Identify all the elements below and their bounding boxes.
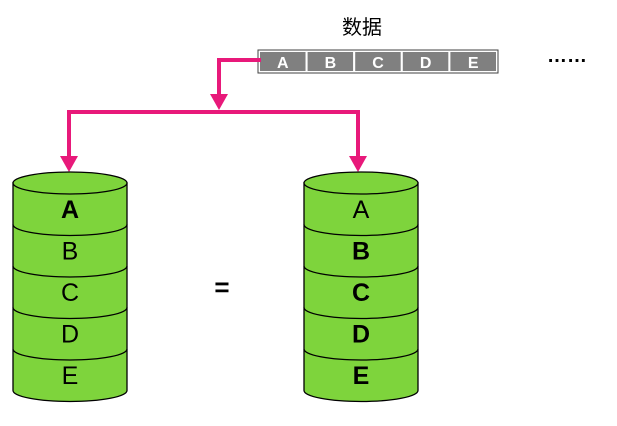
disk-segment-e: E (353, 362, 370, 390)
equals-sign: = (214, 272, 229, 302)
disk-segment-b: B (62, 237, 79, 265)
disk-segment-c: C (61, 279, 79, 307)
disk-segment-d: D (61, 320, 79, 348)
disk-top (12, 171, 128, 195)
trunk-arrowhead (210, 94, 228, 110)
left-disk: ABCDE (12, 171, 128, 403)
right-arrowhead (349, 156, 367, 172)
data-block-label: B (325, 55, 337, 72)
disk-segment-e: E (62, 362, 79, 390)
disk-segment-a: A (61, 196, 79, 224)
data-block-label: D (420, 55, 432, 72)
raid1-mirroring-diagram: 数据 ABCDE …… ABCDE ABCDE = (12, 16, 587, 403)
data-block-label: E (468, 55, 479, 72)
disk-segment-a: A (353, 196, 370, 224)
more-data-ellipsis: …… (547, 45, 587, 67)
disk-segment-c: C (352, 279, 370, 307)
left-arrowhead (60, 156, 78, 172)
data-block-label: C (372, 55, 384, 72)
right-disk: ABCDE (303, 171, 419, 403)
disk-segment-b: B (352, 237, 370, 265)
data-block-label: A (277, 55, 289, 72)
write-arrows (60, 58, 367, 172)
disk-segment-d: D (352, 320, 370, 348)
disk-top (303, 171, 419, 195)
data-title: 数据 (342, 16, 382, 39)
data-block-strip: A B C D E (257, 49, 499, 74)
